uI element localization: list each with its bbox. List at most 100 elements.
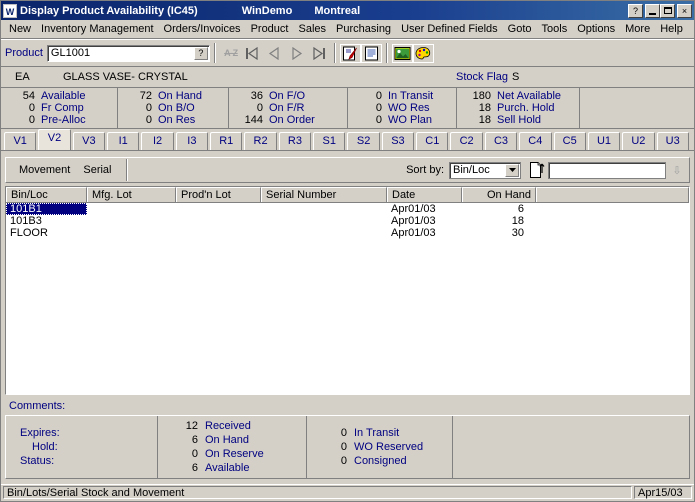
cell-bin-loc: FLOOR: [10, 227, 48, 239]
column-header-on-hand[interactable]: On Hand: [462, 187, 536, 202]
stat-row: 144 On Order: [229, 114, 347, 126]
summary-row: 6 Available: [158, 461, 306, 475]
notes-button[interactable]: [360, 43, 382, 63]
find-document-icon[interactable]: [529, 161, 545, 179]
tab-u1[interactable]: U1: [587, 132, 621, 150]
movement-tab[interactable]: Movement: [19, 164, 70, 176]
sort-az-button[interactable]: A-Z: [220, 43, 242, 63]
menu-item-user-defined-fields[interactable]: User Defined Fields: [396, 22, 503, 36]
stat-row: 180 Net Available: [457, 90, 579, 102]
first-record-button[interactable]: [242, 43, 264, 63]
tab-u2[interactable]: U2: [622, 132, 655, 150]
stat-label: WO Res: [388, 102, 430, 114]
tab-v1[interactable]: V1: [4, 132, 37, 150]
menu-item-inventory-management[interactable]: Inventory Management: [36, 22, 159, 36]
notes-icon: [364, 46, 378, 60]
menu-item-orders-invoices[interactable]: Orders/Invoices: [159, 22, 246, 36]
menu-item-goto[interactable]: Goto: [503, 22, 537, 36]
grid-header-row: Bin/Loc Mfg. Lot Prod'n Lot Serial Numbe…: [6, 187, 689, 203]
tab-r2[interactable]: R2: [244, 132, 277, 150]
column-header-serial-number[interactable]: Serial Number: [261, 187, 387, 202]
maximize-icon: [664, 6, 672, 14]
tab-s2[interactable]: S2: [347, 132, 380, 150]
column-header-mfg-lot[interactable]: Mfg. Lot: [87, 187, 176, 202]
tab-strip: V1 V2 V3 I1 I2 I3 R1 R2 R3 S1 S2 S3 C1 C…: [1, 129, 694, 151]
system-menu-icon[interactable]: W: [3, 3, 17, 18]
tab-i1[interactable]: I1: [107, 132, 140, 150]
tab-c3[interactable]: C3: [484, 132, 518, 150]
table-row[interactable]: 101B1 Apr01/03 6: [6, 203, 689, 215]
column-header-prodn-lot[interactable]: Prod'n Lot: [176, 187, 261, 202]
stat-value: 0: [145, 102, 152, 114]
last-record-button[interactable]: [308, 43, 330, 63]
serial-tab[interactable]: Serial: [83, 164, 111, 176]
menu-item-options[interactable]: Options: [572, 22, 620, 36]
menu-item-product[interactable]: Product: [246, 22, 294, 36]
tab-c2[interactable]: C2: [450, 132, 483, 150]
tab-c4[interactable]: C4: [519, 132, 552, 150]
stock-grid[interactable]: Bin/Loc Mfg. Lot Prod'n Lot Serial Numbe…: [5, 186, 690, 395]
product-lookup-button[interactable]: ?: [193, 46, 208, 60]
window-title: Display Product Availability (IC45): [20, 4, 198, 17]
tab-r3[interactable]: R3: [278, 132, 312, 150]
summary-value: 0: [191, 448, 198, 460]
window-controls: ? ×: [628, 3, 692, 18]
stat-value: 0: [28, 114, 35, 126]
menu-item-tools[interactable]: Tools: [537, 22, 573, 36]
tab-s1[interactable]: S1: [313, 132, 346, 150]
summary-value: 0: [340, 427, 347, 439]
tab-v3[interactable]: V3: [72, 132, 106, 150]
product-input[interactable]: [50, 47, 196, 59]
tab-i2[interactable]: I2: [141, 132, 174, 150]
menu-item-new[interactable]: New: [4, 22, 36, 36]
palette-icon: [415, 46, 430, 59]
next-record-button[interactable]: [286, 43, 308, 63]
column-header-date[interactable]: Date: [387, 187, 462, 202]
stat-row: 0 WO Res: [348, 102, 456, 114]
tab-c1[interactable]: C1: [416, 132, 449, 150]
menu-item-sales[interactable]: Sales: [293, 22, 331, 36]
maximize-button[interactable]: [660, 3, 675, 18]
column-header-bin-loc[interactable]: Bin/Loc: [6, 187, 87, 202]
palette-button[interactable]: [412, 43, 434, 63]
summary-label: Received: [205, 420, 251, 432]
summary-value: 12: [185, 420, 198, 432]
summary-row: 12 Received: [158, 419, 306, 433]
summary-column-empty: [453, 416, 689, 478]
menu-item-more[interactable]: More: [620, 22, 655, 36]
image-button[interactable]: [391, 43, 413, 63]
next-record-icon: [292, 46, 303, 60]
table-row[interactable]: 101B3 Apr01/03 18: [6, 215, 689, 227]
chevron-down-icon[interactable]: [505, 163, 519, 177]
tab-i3[interactable]: I3: [175, 132, 209, 150]
status-date: Apr15/03: [634, 486, 692, 499]
stat-column-3: 36 On F/O 0 On F/R 144 On Order: [229, 88, 348, 128]
tab-v2[interactable]: V2: [38, 129, 71, 150]
stat-value: 18: [478, 114, 491, 126]
mode-divider: [126, 159, 129, 181]
arrow-down-icon[interactable]: ⇩: [669, 162, 685, 179]
minimize-button[interactable]: [645, 3, 660, 18]
edit-note-button[interactable]: [339, 43, 361, 63]
sort-by-select[interactable]: Bin/Loc: [449, 161, 521, 179]
stat-value: 18: [478, 102, 491, 114]
tab-c5[interactable]: C5: [553, 132, 586, 150]
menu-item-help[interactable]: Help: [655, 22, 688, 36]
close-button[interactable]: ×: [677, 3, 692, 18]
stat-row: 72 On Hand: [118, 90, 228, 102]
stat-value: 54: [22, 90, 35, 102]
stat-value: 0: [145, 114, 152, 126]
tab-u3[interactable]: U3: [656, 132, 689, 150]
previous-record-button[interactable]: [264, 43, 286, 63]
menu-bar: New Inventory Management Orders/Invoices…: [1, 20, 694, 38]
tab-r1[interactable]: R1: [210, 132, 243, 150]
tab-s3[interactable]: S3: [381, 132, 415, 150]
last-record-icon: [313, 46, 326, 60]
stat-row: 36 On F/O: [229, 90, 347, 102]
stat-value: 0: [375, 114, 382, 126]
menu-item-purchasing[interactable]: Purchasing: [331, 22, 396, 36]
table-row[interactable]: FLOOR Apr01/03 30: [6, 227, 689, 239]
help-button[interactable]: ?: [628, 3, 643, 18]
image-icon: [394, 46, 411, 60]
find-input[interactable]: [548, 161, 666, 179]
